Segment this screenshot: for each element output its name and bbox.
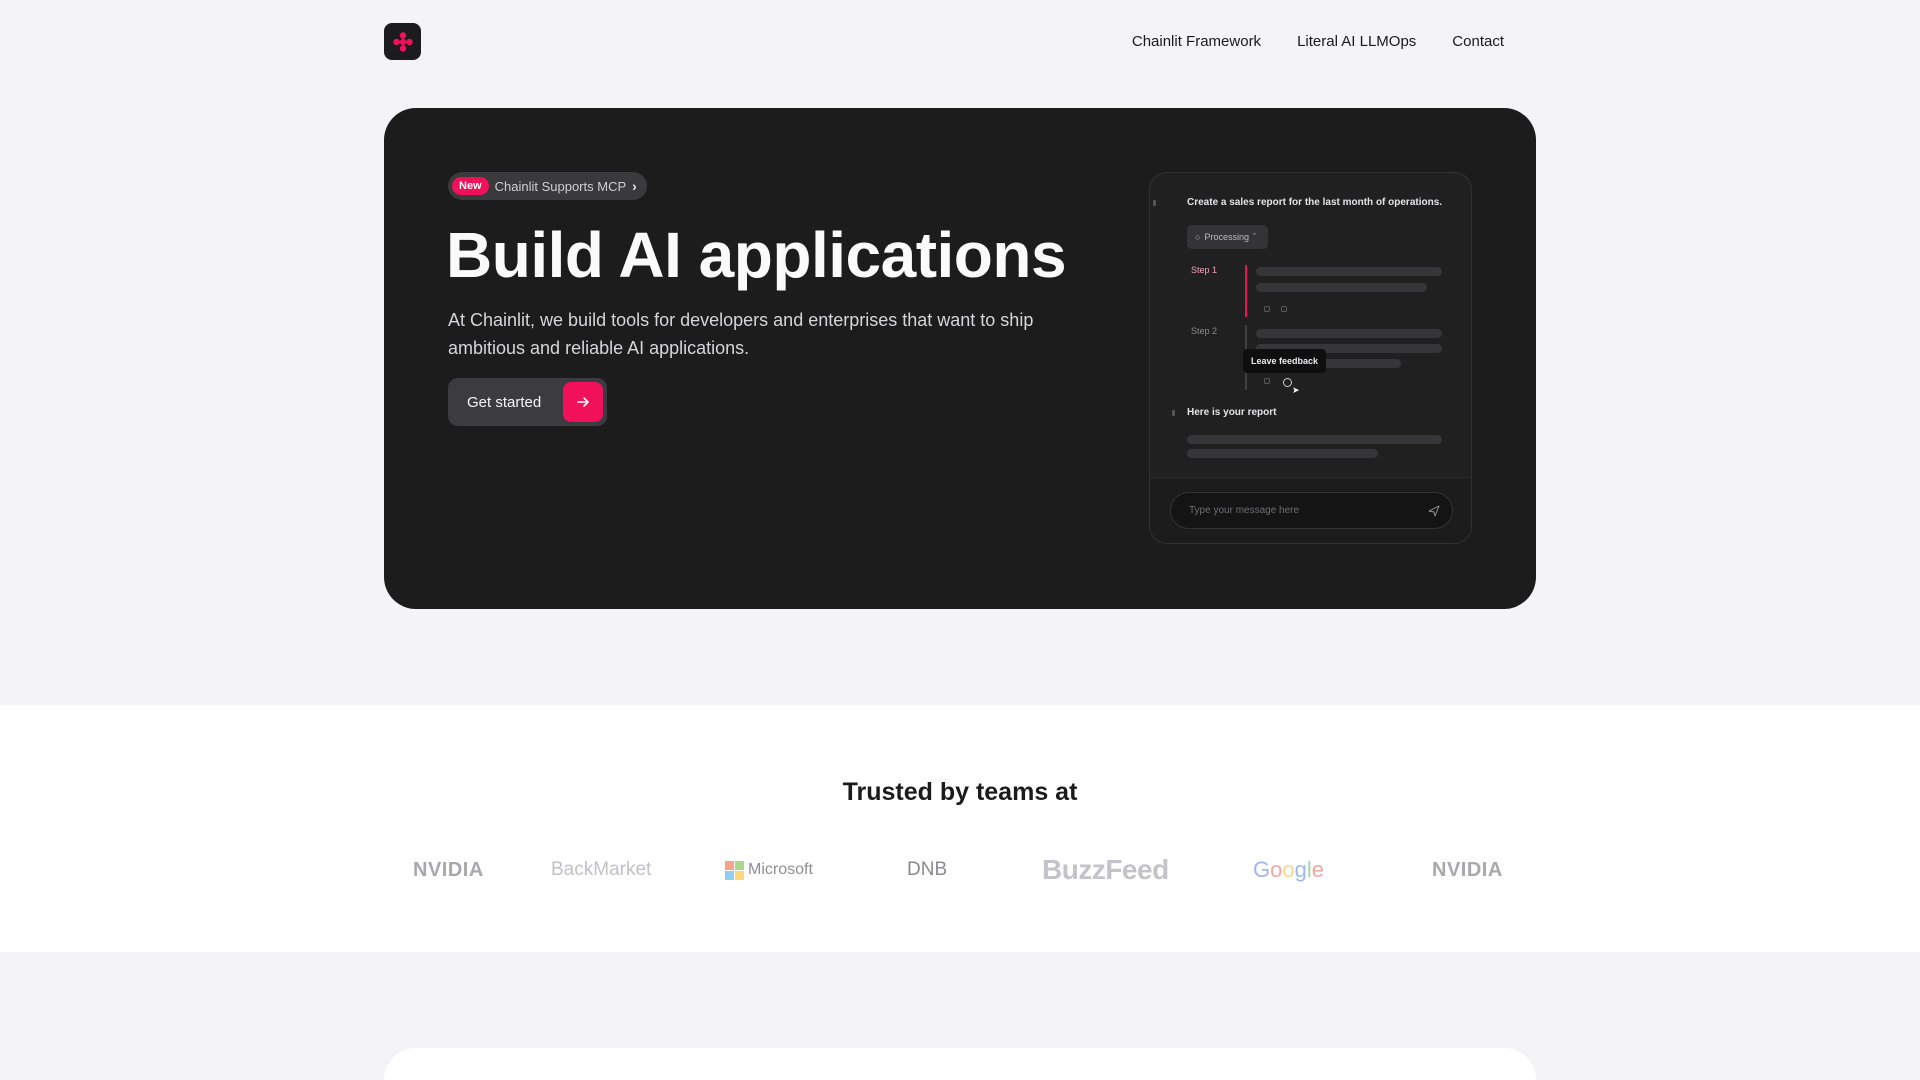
nvidia-logo: NVIDIA (413, 858, 484, 881)
badge-text: Chainlit Supports MCP (494, 178, 627, 194)
placeholder-bar (1187, 449, 1378, 458)
get-started-label: Get started (467, 393, 542, 411)
processing-icon: ○ (1195, 232, 1201, 242)
arrow-right-icon (563, 382, 603, 422)
trusted-by-section: Trusted by teams at NVIDIA BackMarket Mi… (0, 705, 1920, 952)
processing-dropdown[interactable]: ○ Processing ˇ (1187, 225, 1268, 249)
message-input[interactable] (1170, 492, 1453, 529)
google-logo: Google (1253, 857, 1325, 882)
buzzfeed-logo: BuzzFeed (1042, 854, 1169, 885)
chainlit-logo-icon[interactable] (384, 23, 421, 60)
placeholder-bar (1256, 283, 1427, 292)
step-2-label: Step 2 (1191, 326, 1218, 336)
processing-label: Processing (1204, 232, 1249, 242)
next-section-card (384, 1048, 1536, 1080)
placeholder-bar (1256, 329, 1442, 338)
cursor-icon: ➤ (1292, 385, 1300, 395)
chevron-right-icon: › (632, 178, 637, 194)
top-nav: Chainlit Framework Literal AI LLMOps Con… (384, 23, 1520, 61)
backmarket-logo: BackMarket (551, 859, 652, 880)
nav-link-literal-ai[interactable]: Literal AI LLMOps (1297, 33, 1416, 50)
microsoft-wordmark: Microsoft (748, 861, 813, 878)
chat-preview: Create a sales report for the last month… (1149, 172, 1472, 544)
step-1-line (1245, 265, 1247, 317)
placeholder-bar (1256, 267, 1442, 276)
step-1-label: Step 1 (1191, 265, 1218, 275)
placeholder-bar (1187, 435, 1442, 444)
send-icon[interactable] (1428, 505, 1440, 517)
hero-section: New Chainlit Supports MCP › Build AI app… (384, 108, 1536, 609)
hero-title: Build AI applications (446, 219, 1067, 291)
nvidia-logo: NVIDIA (1432, 858, 1503, 881)
chat-composer (1150, 477, 1471, 543)
nav-links: Chainlit Framework Literal AI LLMOps Con… (1132, 33, 1504, 50)
trusted-title: Trusted by teams at (842, 778, 1078, 806)
copy-icon[interactable] (1281, 306, 1287, 312)
leave-feedback-tooltip: Leave feedback (1243, 349, 1327, 373)
chevron-down-icon: ˇ (1252, 232, 1256, 242)
assistant-message: Here is your report (1171, 407, 1277, 418)
microsoft-squares-icon (725, 860, 744, 880)
thumb-icon[interactable] (1264, 306, 1270, 312)
get-started-button[interactable]: Get started (448, 378, 607, 426)
announcement-badge[interactable]: New Chainlit Supports MCP › (448, 172, 647, 200)
new-tag: New (452, 177, 489, 195)
nav-link-chainlit-framework[interactable]: Chainlit Framework (1132, 33, 1261, 50)
thumb-icon[interactable] (1264, 378, 1270, 384)
user-message: Create a sales report for the last month… (1152, 197, 1442, 208)
feedback-icon[interactable] (1283, 378, 1292, 387)
hero-subtitle: At Chainlit, we build tools for develope… (448, 310, 1034, 358)
nav-link-contact[interactable]: Contact (1452, 33, 1504, 50)
dnb-logo: DNB (907, 859, 948, 880)
microsoft-logo: Microsoft (725, 855, 813, 885)
